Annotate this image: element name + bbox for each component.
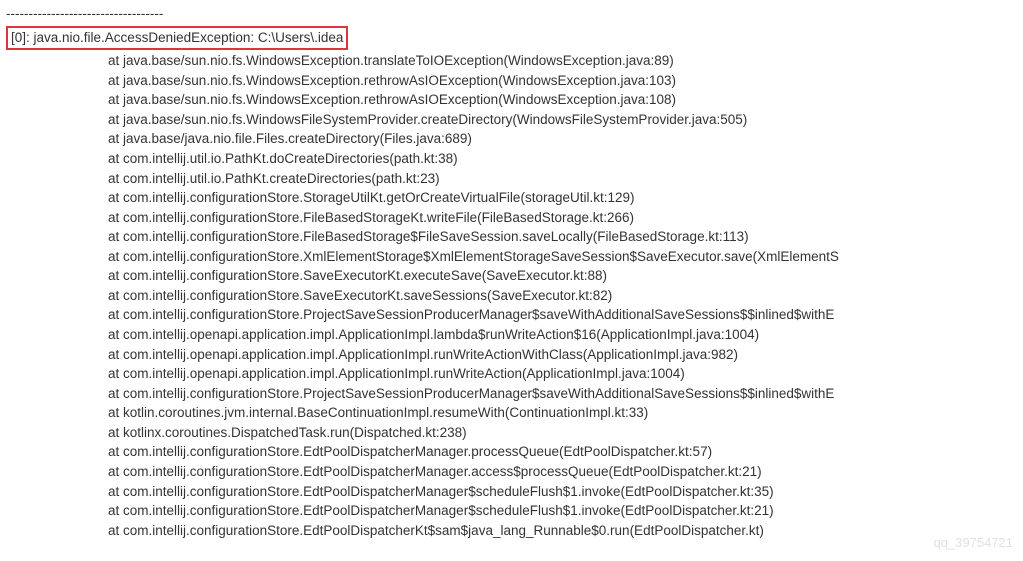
stack-line: at com.intellij.configurationStore.FileB… xyxy=(6,208,1017,228)
stack-line: at kotlinx.coroutines.DispatchedTask.run… xyxy=(6,423,1017,443)
stack-line: at com.intellij.configurationStore.EdtPo… xyxy=(6,462,1017,482)
stack-line: at com.intellij.configurationStore.Proje… xyxy=(6,384,1017,404)
stack-line: at com.intellij.configurationStore.SaveE… xyxy=(6,286,1017,306)
stack-line: at com.intellij.configurationStore.XmlEl… xyxy=(6,247,1017,267)
stack-line: at com.intellij.configurationStore.EdtPo… xyxy=(6,482,1017,502)
stack-line: at com.intellij.configurationStore.EdtPo… xyxy=(6,442,1017,462)
stack-line: at com.intellij.util.io.PathKt.doCreateD… xyxy=(6,149,1017,169)
stack-line: at com.intellij.util.io.PathKt.createDir… xyxy=(6,169,1017,189)
stack-line: at java.base/sun.nio.fs.WindowsFileSyste… xyxy=(6,110,1017,130)
stack-line: at com.intellij.openapi.application.impl… xyxy=(6,364,1017,384)
stack-line: at com.intellij.configurationStore.Stora… xyxy=(6,188,1017,208)
stack-line: at com.intellij.configurationStore.EdtPo… xyxy=(6,521,1017,541)
exception-highlight: [0]: java.nio.file.AccessDeniedException… xyxy=(6,26,348,51)
exception-row: [0]: java.nio.file.AccessDeniedException… xyxy=(6,26,1017,52)
stack-line: at com.intellij.configurationStore.FileB… xyxy=(6,227,1017,247)
stack-line: at java.base/sun.nio.fs.WindowsException… xyxy=(6,71,1017,91)
stack-line: at com.intellij.openapi.application.impl… xyxy=(6,325,1017,345)
stack-line: at java.base/java.nio.file.Files.createD… xyxy=(6,129,1017,149)
stack-line: at java.base/sun.nio.fs.WindowsException… xyxy=(6,90,1017,110)
stack-line: at com.intellij.openapi.application.impl… xyxy=(6,345,1017,365)
stack-line: at java.base/sun.nio.fs.WindowsException… xyxy=(6,51,1017,71)
watermark: qq_39754721 xyxy=(933,534,1013,553)
stack-line: at kotlin.coroutines.jvm.internal.BaseCo… xyxy=(6,403,1017,423)
stack-line: at com.intellij.configurationStore.SaveE… xyxy=(6,266,1017,286)
stack-list: at java.base/sun.nio.fs.WindowsException… xyxy=(6,51,1017,540)
stacktrace-container: ----------------------------------- [0]:… xyxy=(0,0,1023,544)
stack-line: at com.intellij.configurationStore.EdtPo… xyxy=(6,501,1017,521)
stack-line: at com.intellij.configurationStore.Proje… xyxy=(6,305,1017,325)
divider: ----------------------------------- xyxy=(6,4,1017,24)
